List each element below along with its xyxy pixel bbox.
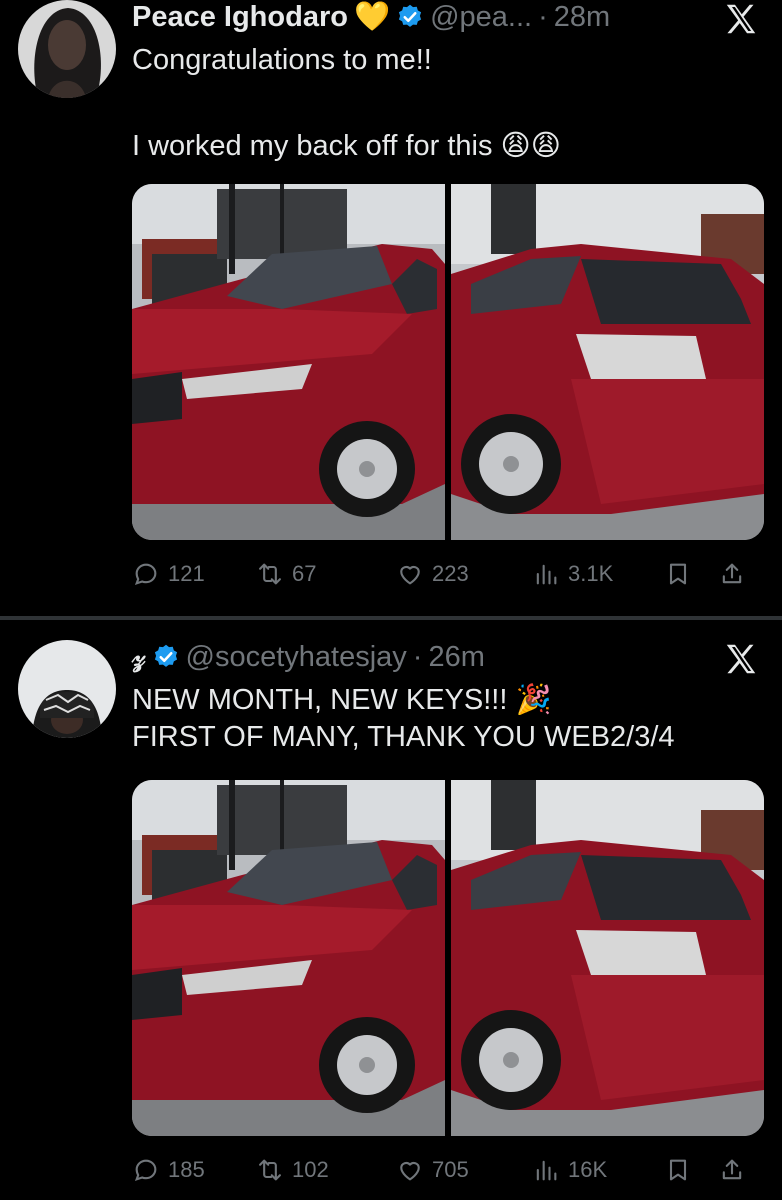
views-count: 3.1K — [568, 561, 614, 586]
reply-count: 185 — [168, 1157, 205, 1182]
red-lexus-front-photo[interactable] — [132, 780, 445, 1136]
tweet-text-line: NEW MONTH, NEW KEYS!!! 🎉 — [132, 684, 552, 716]
share-button[interactable] — [718, 1156, 748, 1184]
tweet-text-line: I worked my back off for this 😩😩 — [132, 130, 562, 162]
avatar[interactable] — [18, 640, 116, 738]
views-button[interactable]: 3.1K — [532, 560, 664, 588]
like-icon — [396, 560, 424, 588]
time-separator: · — [538, 0, 548, 33]
repost-button[interactable]: 102 — [256, 1156, 396, 1184]
like-icon — [396, 1156, 424, 1184]
reply-icon — [132, 1156, 160, 1184]
x-logo-icon[interactable] — [722, 0, 760, 38]
man-cap-avatar — [18, 640, 116, 738]
verified-badge-icon — [396, 3, 424, 31]
bookmark-icon — [664, 560, 692, 588]
author-handle[interactable]: @socetyhatesjay — [186, 641, 407, 674]
red-lexus-rear-photo[interactable] — [451, 184, 764, 540]
views-icon — [532, 560, 560, 588]
like-button[interactable]: 705 — [396, 1156, 532, 1184]
tweet-2[interactable]: 𝓏 @socetyhatesjay · 26m NEW MONTH, NEW K… — [0, 620, 782, 1200]
author-name[interactable]: 𝓏 — [132, 641, 146, 674]
tweet-header: Peace Ighodaro 💛 @pea... · 28m — [132, 0, 762, 34]
yellow-heart-emoji: 💛 — [353, 1, 391, 33]
reply-button[interactable]: 121 — [132, 560, 256, 588]
share-icon — [718, 560, 746, 588]
timestamp[interactable]: 26m — [428, 641, 484, 674]
like-button[interactable]: 223 — [396, 560, 532, 588]
tweet-text-line: FIRST OF MANY, THANK YOU WEB2/3/4 — [132, 721, 675, 753]
reply-icon — [132, 560, 160, 588]
views-count: 16K — [568, 1157, 608, 1182]
tweet-actions: 185 102 705 16K — [132, 1152, 762, 1188]
bookmark-icon — [664, 1156, 692, 1184]
bookmark-button[interactable] — [664, 560, 718, 588]
x-logo-icon[interactable] — [722, 640, 760, 678]
avatar[interactable] — [18, 0, 116, 98]
red-lexus-rear-photo[interactable] — [451, 780, 764, 1136]
repost-count: 102 — [292, 1157, 329, 1182]
tweet-actions: 121 67 223 3.1K — [132, 556, 762, 592]
reply-count: 121 — [168, 561, 205, 586]
tweet-1[interactable]: Peace Ighodaro 💛 @pea... · 28m Congratul… — [0, 0, 782, 616]
repost-icon — [256, 560, 284, 588]
tweet-text: Congratulations to me!! I worked my back… — [132, 42, 762, 165]
woman-portrait-avatar — [18, 0, 116, 98]
bookmark-button[interactable] — [664, 1156, 718, 1184]
tweet-media[interactable] — [132, 184, 764, 540]
tweet-text-blank-line — [132, 79, 762, 116]
repost-count: 67 — [292, 561, 317, 586]
tweet-header: 𝓏 @socetyhatesjay · 26m — [132, 640, 762, 674]
share-icon — [718, 1156, 746, 1184]
red-lexus-front-photo[interactable] — [132, 184, 445, 540]
time-separator: · — [412, 640, 423, 673]
tweet-text-line: Congratulations to me!! — [132, 44, 432, 76]
timestamp[interactable]: 28m — [554, 1, 610, 34]
verified-badge-icon — [152, 643, 180, 671]
repost-button[interactable]: 67 — [256, 560, 396, 588]
author-name[interactable]: Peace Ighodaro — [132, 1, 348, 34]
tweet-text: NEW MONTH, NEW KEYS!!! 🎉 FIRST OF MANY, … — [132, 682, 762, 756]
views-button[interactable]: 16K — [532, 1156, 664, 1184]
like-count: 223 — [432, 561, 469, 586]
like-count: 705 — [432, 1157, 469, 1182]
author-handle[interactable]: @pea... — [430, 1, 532, 34]
repost-icon — [256, 1156, 284, 1184]
share-button[interactable] — [718, 560, 748, 588]
reply-button[interactable]: 185 — [132, 1156, 256, 1184]
views-icon — [532, 1156, 560, 1184]
tweet-media[interactable] — [132, 780, 764, 1136]
